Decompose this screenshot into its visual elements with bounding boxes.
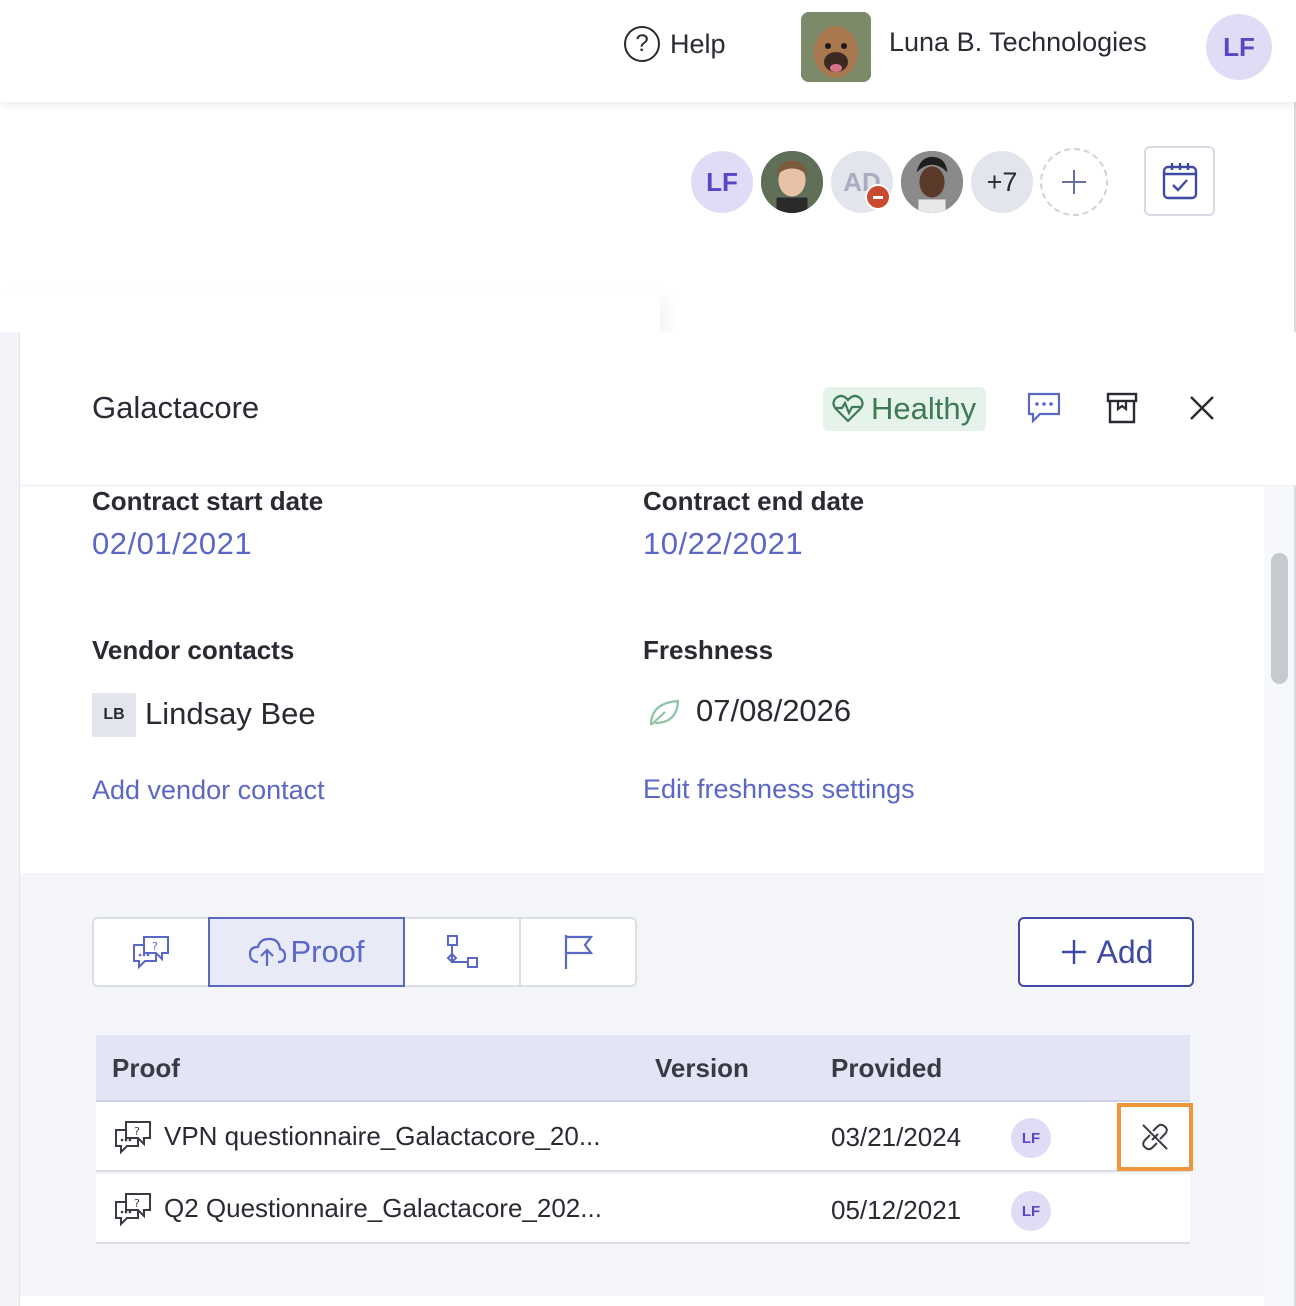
- edit-freshness-settings-link[interactable]: Edit freshness settings: [643, 774, 915, 805]
- org-logo[interactable]: [801, 12, 871, 82]
- svg-text:?: ?: [152, 940, 158, 953]
- tab-questionnaires[interactable]: ?: [92, 917, 210, 987]
- more-members-count[interactable]: +7: [968, 148, 1036, 216]
- column-header-version[interactable]: Version: [655, 1053, 749, 1084]
- unlink-icon: [1142, 1123, 1168, 1151]
- help-icon: ?: [624, 26, 660, 62]
- add-proof-button[interactable]: Add: [1018, 917, 1194, 987]
- proof-owner-avatar: LF: [1011, 1191, 1051, 1231]
- proof-provided-date: 05/12/2021: [831, 1195, 962, 1225]
- help-link[interactable]: ? Help: [624, 25, 726, 63]
- team-member-avatar[interactable]: [898, 148, 966, 216]
- removed-badge-icon: [865, 184, 891, 210]
- tab-workflow[interactable]: [403, 917, 521, 987]
- help-label: Help: [670, 28, 726, 59]
- team-member-avatar[interactable]: [758, 148, 826, 216]
- heart-pulse-icon: [832, 394, 864, 423]
- chat-icon: [1027, 392, 1061, 424]
- comments-button[interactable]: [1022, 386, 1066, 430]
- contract-end-label: Contract end date: [643, 486, 865, 516]
- vendor-contacts-label: Vendor contacts: [92, 635, 295, 665]
- health-status-badge[interactable]: Healthy: [823, 387, 986, 431]
- user-avatar[interactable]: LF: [1206, 14, 1272, 80]
- proof-owner-avatar: LF: [1011, 1118, 1051, 1158]
- plus-icon: [1061, 940, 1086, 964]
- svg-text:?: ?: [134, 1125, 140, 1138]
- tab-proof-label: Proof: [290, 934, 365, 969]
- tab-flags[interactable]: [519, 917, 637, 987]
- section-footer: [20, 1296, 1264, 1306]
- team-member-avatar[interactable]: LF: [688, 148, 756, 216]
- svg-text:?: ?: [134, 1197, 140, 1210]
- add-vendor-contact-link[interactable]: Add vendor contact: [92, 775, 325, 806]
- archive-icon: [1106, 392, 1138, 424]
- archive-button[interactable]: [1100, 386, 1144, 430]
- tab-proof[interactable]: Proof: [208, 917, 405, 987]
- column-header-provided[interactable]: Provided: [831, 1053, 942, 1084]
- calendar-check-icon: [1162, 163, 1197, 200]
- question-chat-icon: ?: [133, 936, 169, 970]
- contact-name[interactable]: Lindsay Bee: [145, 696, 316, 732]
- close-button[interactable]: [1180, 386, 1224, 430]
- top-bar: ? Help Luna B. Technologies LF: [0, 0, 1296, 102]
- proof-name[interactable]: VPN questionnaire_Galactacore_20...: [164, 1121, 601, 1152]
- proof-provided-date: 03/21/2024: [831, 1122, 962, 1152]
- contract-start-label: Contract start date: [92, 486, 324, 516]
- add-proof-label: Add: [1096, 933, 1154, 970]
- proof-name[interactable]: Q2 Questionnaire_Galactacore_202...: [164, 1193, 602, 1224]
- contract-start-value[interactable]: 02/01/2021: [92, 526, 252, 562]
- contract-end-value[interactable]: 10/22/2021: [643, 526, 803, 562]
- health-status-label: Healthy: [871, 391, 977, 426]
- scrollbar-thumb[interactable]: [1271, 553, 1288, 684]
- proof-table-header: [96, 1035, 1190, 1102]
- unlink-button[interactable]: [1117, 1103, 1193, 1171]
- cloud-upload-icon: [249, 937, 287, 966]
- background-card: [0, 290, 660, 332]
- contact-avatar: LB: [92, 693, 136, 737]
- workflow-icon: [446, 935, 478, 968]
- plus-icon: [1062, 170, 1086, 194]
- org-name[interactable]: Luna B. Technologies: [889, 27, 1147, 58]
- flag-icon: [564, 935, 594, 969]
- leaf-icon: [649, 699, 680, 726]
- left-panel-edge: [0, 332, 20, 1306]
- questionnaire-icon: ?: [115, 1121, 151, 1155]
- freshness-label: Freshness: [643, 635, 774, 665]
- column-header-proof[interactable]: Proof: [112, 1053, 180, 1084]
- add-member-button[interactable]: [1040, 148, 1108, 216]
- freshness-value: 07/08/2026: [696, 693, 852, 728]
- section-tabs: ? Proof: [92, 917, 637, 987]
- close-icon: [1190, 396, 1214, 420]
- calendar-button[interactable]: [1144, 146, 1215, 216]
- vendor-name: Galactacore: [92, 390, 260, 425]
- questionnaire-icon: ?: [115, 1193, 151, 1227]
